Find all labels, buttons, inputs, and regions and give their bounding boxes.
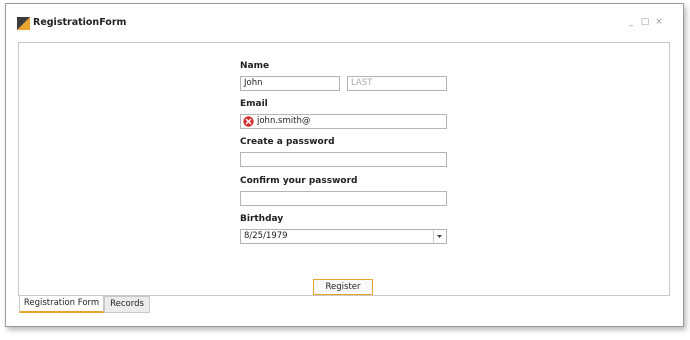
last-name-placeholder: LAST xyxy=(351,78,373,88)
first-name-value: John xyxy=(244,78,263,88)
minimize-button[interactable]: _ xyxy=(626,17,636,27)
birthday-label: Birthday xyxy=(240,214,284,224)
app-window: RegistrationForm _ □ × Name John LAST Em… xyxy=(5,3,684,327)
close-button[interactable]: × xyxy=(654,17,664,27)
last-name-input[interactable]: LAST xyxy=(347,76,447,91)
confirm-password-input[interactable] xyxy=(240,191,447,206)
password-input[interactable] xyxy=(240,152,447,167)
tab-registration-form[interactable]: Registration Form xyxy=(19,296,104,313)
password-label: Create a password xyxy=(240,137,335,147)
birthday-value: 8/25/1979 xyxy=(244,231,288,241)
name-label: Name xyxy=(240,61,270,71)
birthday-dropdown-button[interactable] xyxy=(433,230,446,243)
confirm-password-label: Confirm your password xyxy=(240,176,358,186)
email-input[interactable]: john.smith@ xyxy=(240,114,447,129)
maximize-button[interactable]: □ xyxy=(640,17,650,27)
first-name-input[interactable]: John xyxy=(240,76,340,91)
birthday-datepicker[interactable]: 8/25/1979 xyxy=(240,229,447,244)
register-button[interactable]: Register xyxy=(313,279,373,295)
registration-panel: Name John LAST Email john.smith@ Create … xyxy=(18,42,670,296)
app-logo-icon xyxy=(17,17,30,30)
chevron-down-icon xyxy=(437,235,442,238)
error-x-icon xyxy=(243,116,254,127)
tab-records[interactable]: Records xyxy=(104,296,150,313)
window-title: RegistrationForm xyxy=(33,17,127,28)
email-label: Email xyxy=(240,99,268,109)
email-value: john.smith@ xyxy=(257,116,311,126)
